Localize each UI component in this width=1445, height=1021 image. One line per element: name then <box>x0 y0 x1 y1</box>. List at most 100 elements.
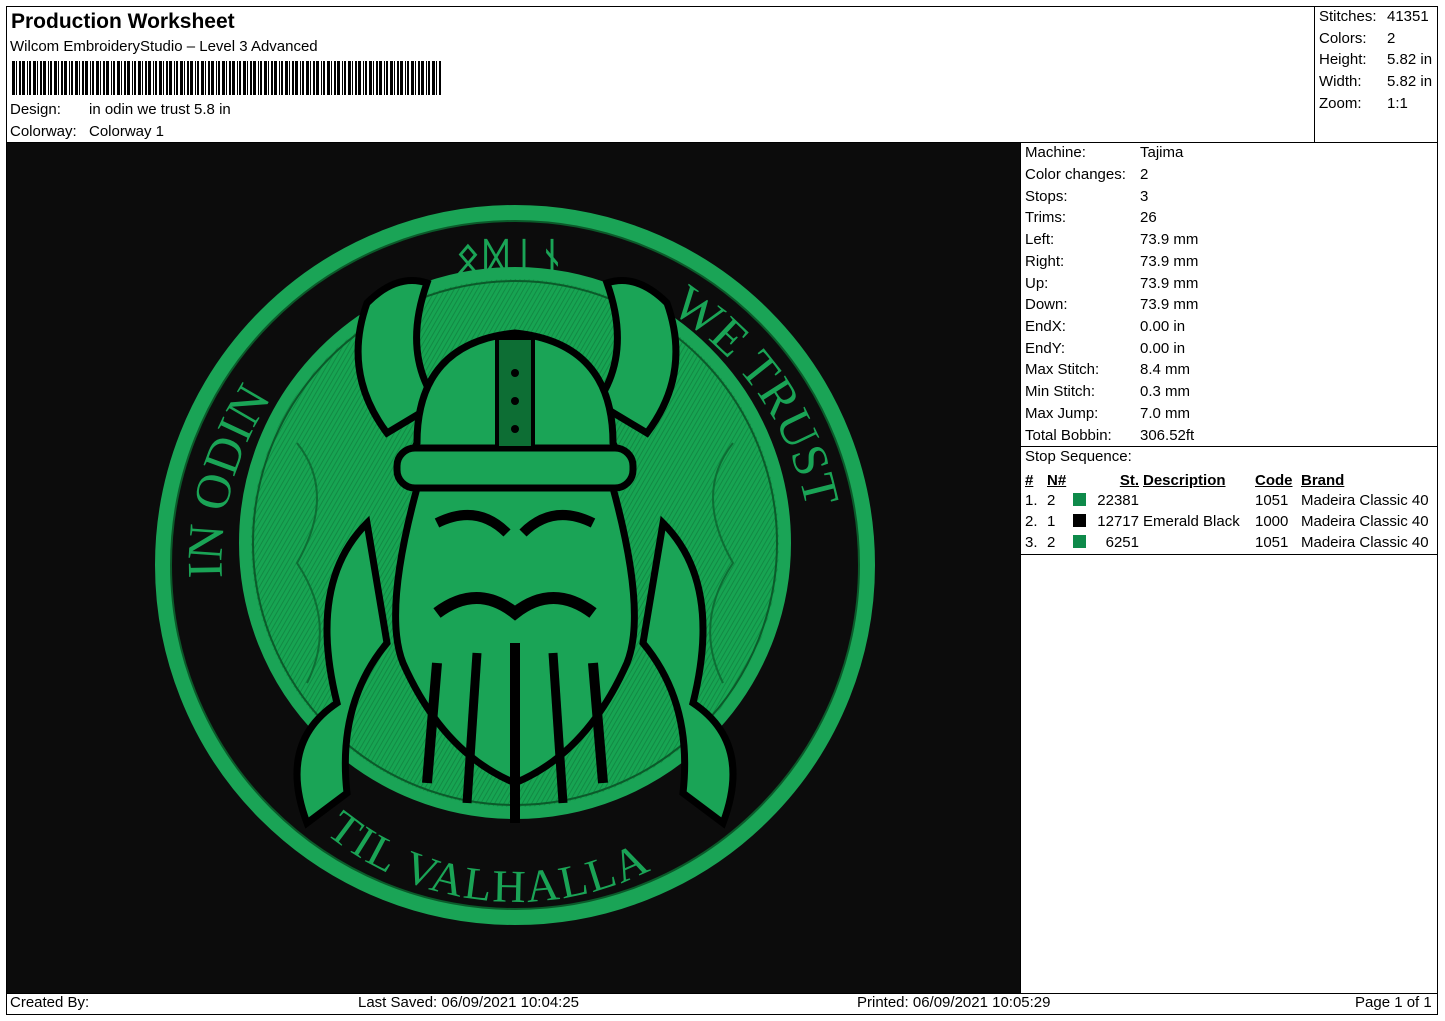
divider <box>1020 142 1021 993</box>
barcode-bar <box>394 61 395 95</box>
barcode-bar <box>96 61 99 95</box>
thread-brand: Madeira Classic 40 <box>1301 513 1429 530</box>
page-title: Production Worksheet <box>11 10 235 33</box>
barcode-bar <box>313 61 315 95</box>
info-label: Color changes: <box>1025 166 1126 183</box>
needle-num: 1 <box>1047 513 1056 530</box>
barcode-bar <box>352 61 353 95</box>
needle-num: 2 <box>1047 492 1056 509</box>
barcode-bar <box>295 61 298 95</box>
info-value: 0.00 in <box>1140 318 1186 335</box>
embroidery-design: ᛟᛞᛁᚾ IN ODIN WE TRUST TIL VALHALLA <box>7 143 1020 993</box>
barcode-bar <box>436 61 437 95</box>
stitch-count: 12717 <box>1097 513 1139 530</box>
barcode-bar <box>426 61 427 95</box>
info-value: 2 <box>1140 166 1149 183</box>
design-row: Design: in odin we trust 5.8 in <box>10 101 231 118</box>
summary-value: 2 <box>1387 30 1396 47</box>
barcode-bar <box>232 61 235 95</box>
barcode-bar <box>421 61 424 95</box>
summary-label: Stitches: <box>1319 8 1377 25</box>
info-row: Color changes: 2 <box>1025 166 1148 183</box>
color-swatch <box>1071 490 1093 511</box>
design-preview: ᛟᛞᛁᚾ IN ODIN WE TRUST TIL VALHALLA <box>7 143 1020 993</box>
thread-description <box>1141 490 1253 511</box>
summary-colors: Colors: 2 <box>1319 30 1395 47</box>
info-value: 7.0 mm <box>1140 405 1191 422</box>
barcode-bar <box>121 61 122 95</box>
barcode-bar <box>250 61 252 95</box>
barcode-bar <box>323 61 325 95</box>
software-name: Wilcom EmbroideryStudio – Level 3 Advanc… <box>10 38 318 55</box>
table-row: 3. 2 6251 1051 Madeira Classic 40 <box>1023 532 1431 553</box>
barcode-bar <box>316 61 319 95</box>
barcode-bar <box>342 61 343 95</box>
col-swatch <box>1071 470 1093 490</box>
header: Production Worksheet Wilcom EmbroiderySt… <box>6 6 1314 142</box>
barcode-bar <box>239 61 241 95</box>
info-value: 3 <box>1140 188 1149 205</box>
summary-value: 5.82 in <box>1387 51 1433 68</box>
info-value: 0.3 mm <box>1140 383 1191 400</box>
barcode-bar <box>373 61 374 95</box>
barcode-bar <box>281 61 283 95</box>
barcode-bar <box>268 61 269 95</box>
col-needle: N# <box>1047 471 1067 489</box>
barcode-bar <box>208 61 210 95</box>
barcode-bar <box>428 61 430 95</box>
thread-brand: Madeira Classic 40 <box>1301 492 1429 509</box>
stitch-count: 22381 <box>1097 492 1139 509</box>
stop-num: 2. <box>1025 513 1038 530</box>
info-value: Tajima <box>1140 144 1184 161</box>
barcode-bar <box>222 61 225 95</box>
barcode-bar <box>33 61 36 95</box>
summary-zoom: Zoom: 1:1 <box>1319 95 1408 112</box>
thread-code: 1000 <box>1255 513 1289 530</box>
barcode-bar <box>411 61 414 95</box>
table-row: 1. 2 22381 1051 Madeira Classic 40 <box>1023 490 1431 511</box>
color-swatch <box>1071 511 1093 532</box>
info-row: Trims: 26 <box>1025 209 1157 226</box>
barcode-bar <box>397 61 399 95</box>
barcode-bar <box>58 61 59 95</box>
barcode-bar <box>216 61 217 95</box>
barcode-bar <box>145 61 147 95</box>
colorway-value: Colorway 1 <box>89 123 165 140</box>
col-num: # <box>1025 471 1034 489</box>
barcode-bar <box>12 61 15 95</box>
barcode-bar <box>379 61 382 95</box>
barcode-bar <box>327 61 330 95</box>
thread-code: 1051 <box>1255 534 1289 551</box>
barcode-bar <box>85 61 88 95</box>
summary-value: 5.82 in <box>1387 73 1433 90</box>
barcode-bar <box>100 61 101 95</box>
info-value: 306.52ft <box>1140 427 1195 444</box>
barcode-bar <box>142 61 143 95</box>
barcode-bar <box>71 61 73 95</box>
color-swatch-box <box>1073 493 1086 506</box>
rune-text: ᛟᛞᛁᚾ <box>456 235 568 281</box>
barcode-bar <box>155 61 157 95</box>
summary-label: Width: <box>1319 73 1362 90</box>
design-label: Design: <box>10 101 61 118</box>
last-saved: Last Saved: 06/09/2021 10:04:25 <box>358 994 580 1011</box>
barcode-bar <box>226 61 227 95</box>
barcode-bar <box>29 61 31 95</box>
barcode-bar <box>432 61 435 95</box>
barcode-bar <box>205 61 206 95</box>
info-value: 73.9 mm <box>1140 296 1199 313</box>
barcode-bar <box>344 61 346 95</box>
color-swatch <box>1071 532 1093 553</box>
stitch-count: 6251 <box>1105 534 1139 551</box>
barcode-bar <box>247 61 248 95</box>
info-value: 73.9 mm <box>1140 253 1199 270</box>
barcode-bar <box>180 61 183 95</box>
barcode-bar <box>195 61 196 95</box>
barcode-bar <box>19 61 21 95</box>
barcode-bar <box>132 61 133 95</box>
barcode-bar <box>166 61 168 95</box>
created-by: Created By: <box>10 994 90 1011</box>
barcode-bar <box>50 61 52 95</box>
thread-brand: Madeira Classic 40 <box>1301 534 1429 551</box>
info-row: Total Bobbin: 306.52ft <box>1025 427 1194 444</box>
